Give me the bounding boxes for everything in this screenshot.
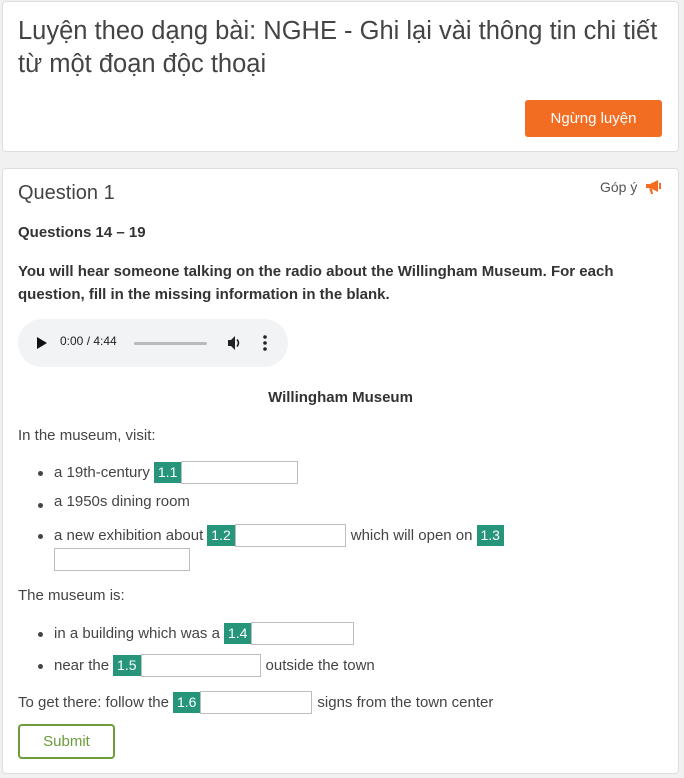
audio-time: 0:00 / 4:44: [60, 334, 117, 348]
blank-number-tag: 1.6: [172, 692, 201, 713]
blank-number-tag: 1.5: [113, 655, 141, 676]
item-text: a new exhibition about: [54, 527, 204, 544]
intro-museum: The museum is:: [18, 587, 125, 604]
bullet: [38, 471, 43, 476]
list-item: a 1950s dining room: [54, 493, 190, 510]
answer-input-1-2[interactable]: [234, 524, 346, 547]
audio-player[interactable]: 0:00 / 4:44: [18, 319, 288, 367]
submit-button[interactable]: Submit: [18, 724, 115, 759]
list-item-continued: [54, 548, 190, 571]
list-item: in a building which was a 1.4: [54, 622, 355, 645]
answer-input-1-1[interactable]: [181, 461, 299, 484]
more-options-icon[interactable]: [262, 334, 268, 357]
page-title: Luyện theo dạng bài: NGHE - Ghi lại vài …: [18, 17, 658, 78]
list-item: a new exhibition about 1.2 which will op…: [54, 524, 504, 547]
question-range: Questions 14 – 19: [18, 224, 146, 241]
item-text: a 19th-century: [54, 464, 150, 481]
answer-input-1-6[interactable]: [200, 691, 313, 714]
question-card: Question 1 Góp ý Questions 14 – 19 You w…: [2, 168, 679, 774]
stop-practice-button[interactable]: Ngừng luyện: [525, 100, 662, 137]
intro-museum-text: The museum is:: [18, 587, 125, 604]
directions-line: To get there: follow the 1.6 signs from …: [18, 691, 493, 714]
play-icon[interactable]: [37, 337, 47, 349]
answer-input-1-3[interactable]: [54, 548, 190, 571]
blank-number-tag: 1.2: [207, 525, 235, 546]
bullet: [38, 632, 43, 637]
question-instructions: You will hear someone talking on the rad…: [18, 263, 614, 303]
question-title: Question 1: [18, 182, 115, 204]
item-text: a 1950s dining room: [54, 493, 190, 510]
blank-number-tag: 1.3: [476, 525, 504, 546]
intro-visit-text: In the museum, visit:: [18, 427, 156, 444]
audio-seek-bar[interactable]: [134, 342, 207, 345]
bullet: [38, 503, 43, 508]
bullet: [38, 534, 43, 539]
list-item: near the 1.5 outside the town: [54, 654, 375, 677]
feedback-label: Góp ý: [600, 179, 638, 195]
item-text: near the: [54, 657, 110, 674]
blank-number-tag: 1.4: [223, 623, 252, 644]
feedback-link[interactable]: Góp ý: [600, 179, 663, 195]
directions-after-text: signs from the town center: [317, 694, 494, 711]
item-text: outside the town: [265, 657, 375, 674]
header-card: Luyện theo dạng bài: NGHE - Ghi lại vài …: [2, 1, 679, 152]
directions-text: To get there: follow the: [18, 694, 169, 711]
answer-input-1-4[interactable]: [251, 622, 355, 645]
intro-visit: In the museum, visit:: [18, 427, 156, 444]
volume-icon[interactable]: [227, 335, 243, 356]
list-item: a 19th-century 1.1: [54, 461, 299, 484]
blank-number-tag: 1.1: [153, 462, 182, 483]
bullet: [38, 664, 43, 669]
megaphone-icon: [645, 179, 663, 195]
item-text: in a building which was a: [54, 625, 220, 642]
answer-input-1-5[interactable]: [140, 654, 261, 677]
item-text: which will open on: [350, 527, 473, 544]
passage-title: Willingham Museum: [268, 389, 413, 406]
